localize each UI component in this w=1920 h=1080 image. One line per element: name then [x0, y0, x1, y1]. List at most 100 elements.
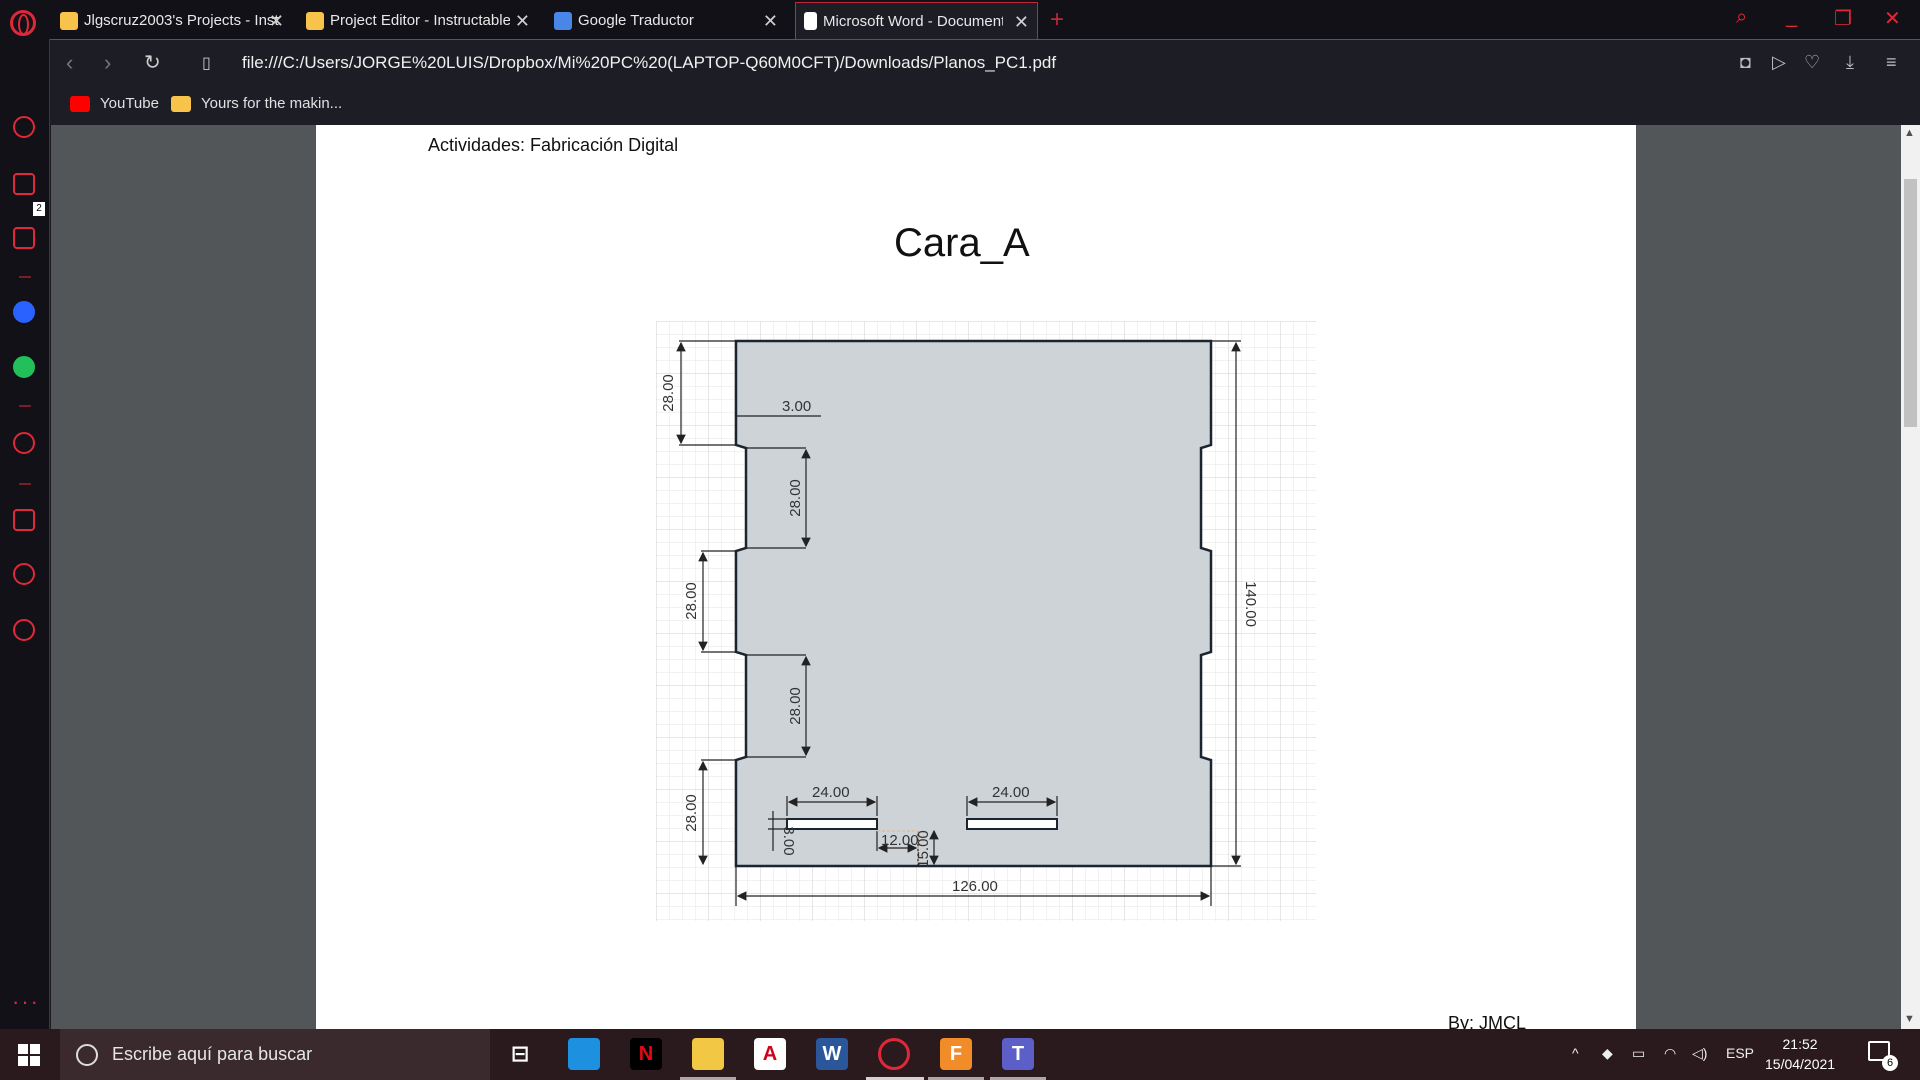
close-window-button[interactable]: ✕ — [1884, 6, 1901, 31]
slot-left — [786, 818, 878, 830]
forward-icon[interactable]: › — [104, 50, 111, 76]
dropbox-icon[interactable]: ◆ — [1602, 1045, 1613, 1062]
taskbar-search[interactable]: Escribe aquí para buscar — [60, 1029, 490, 1080]
wifi-icon[interactable]: ◠ — [1664, 1045, 1676, 1062]
document-header: Actividades: Fabricación Digital — [428, 135, 679, 155]
dim-label: 28.00 — [683, 794, 700, 832]
reload-icon[interactable]: ↻ — [144, 50, 161, 75]
shopping-icon[interactable] — [13, 173, 35, 195]
taskbar: Escribe aquí para buscar ⊟ N A W F T ^ ◆… — [0, 1029, 1920, 1080]
close-tab-icon[interactable]: ✕ — [763, 11, 778, 32]
send-icon[interactable]: ▷ — [1772, 52, 1786, 73]
pdf-page: Actividades: Fabricación Digital Cara_A — [316, 125, 1636, 1029]
task-view-icon[interactable]: ⊟ — [504, 1038, 536, 1070]
tab-google-translate[interactable]: Google Traductor ✕ — [546, 2, 786, 39]
youtube-icon — [70, 95, 90, 112]
player-icon[interactable] — [13, 432, 35, 454]
tab-project-editor[interactable]: Project Editor - Instructables ✕ — [298, 2, 538, 39]
tab-title: Jlgscruz2003's Projects - Instructables — [84, 12, 279, 29]
search-icon — [76, 1043, 98, 1066]
clock-date: 15/04/2021 — [1765, 1056, 1836, 1072]
netflix-icon[interactable]: N — [630, 1038, 662, 1070]
tab-title: Google Traductor — [578, 12, 694, 29]
restore-button[interactable]: ❐ — [1834, 6, 1852, 31]
download-icon[interactable]: ⤓ — [1846, 52, 1854, 73]
easy-setup-icon[interactable]: ≡ — [1886, 52, 1897, 73]
messenger-icon[interactable] — [13, 301, 35, 323]
sidebar-separator — [19, 276, 31, 278]
dim-label: 15.00 — [915, 830, 932, 868]
dim-label: 28.00 — [787, 687, 804, 725]
dim-label: 3.00 — [780, 826, 797, 855]
clock[interactable]: 21:52 15/04/2021 — [1765, 1034, 1835, 1074]
google-translate-icon — [554, 11, 572, 30]
dim-label: 28.00 — [660, 374, 677, 412]
word-icon[interactable]: W — [816, 1038, 848, 1070]
slot-right — [966, 818, 1058, 830]
tab-microsoft-word[interactable]: Microsoft Word - Document ✕ — [795, 2, 1038, 39]
pdf-viewer[interactable]: Actividades: Fabricación Digital Cara_A — [51, 125, 1901, 1029]
scroll-up-icon[interactable]: ▲ — [1904, 127, 1915, 139]
language-indicator[interactable]: ESP — [1726, 1045, 1754, 1061]
volume-icon[interactable]: ◁) — [1692, 1045, 1707, 1062]
autocad-icon[interactable]: A — [754, 1038, 786, 1070]
file-explorer-icon[interactable] — [692, 1038, 724, 1070]
speed-dial-icon[interactable] — [13, 116, 35, 138]
show-hidden-icons[interactable]: ^ — [1572, 1045, 1579, 1061]
dim-label: 126.00 — [952, 878, 998, 895]
notifications-badge: 6 — [1882, 1055, 1898, 1071]
close-tab-icon[interactable]: ✕ — [1014, 12, 1029, 33]
new-tab-button[interactable]: + — [1050, 6, 1064, 34]
camera-icon[interactable]: ◘ — [1740, 52, 1751, 73]
search-tabs-icon[interactable]: ⌕ — [1736, 6, 1747, 29]
dim-label: 12.00 — [881, 832, 919, 849]
tab-projects[interactable]: Jlgscruz2003's Projects - Instructables … — [52, 2, 292, 39]
dim-label: 24.00 — [812, 784, 850, 801]
close-tab-icon[interactable]: ✕ — [269, 11, 284, 32]
settings-icon[interactable] — [13, 619, 35, 641]
file-icon: ▯ — [202, 55, 211, 72]
technical-drawing: 28.00 3.00 28.00 28.00 28.00 28.00 24.00… — [656, 321, 1316, 921]
dim-label: 3.00 — [782, 398, 811, 415]
twitch-icon[interactable] — [13, 227, 35, 249]
dim-label: 24.00 — [992, 784, 1030, 801]
bookmarks-bar: YouTube Yours for the makin... — [50, 87, 1920, 125]
clock-time: 21:52 — [1782, 1036, 1818, 1052]
minimize-button[interactable]: _ — [1786, 6, 1797, 29]
address-bar: ‹ › ↻ ▯ file:///C:/Users/JORGE%20LUIS/Dr… — [50, 39, 1920, 87]
vertical-scrollbar[interactable]: ▲ ▼ — [1901, 125, 1920, 1029]
instructables-icon — [306, 11, 324, 30]
document-footer: By: JMCL — [1448, 1013, 1527, 1029]
whatsapp-icon[interactable] — [13, 356, 35, 378]
snapshot-icon[interactable] — [13, 509, 35, 531]
teams-icon[interactable]: T — [1002, 1038, 1034, 1070]
tab-title: Microsoft Word - Document — [823, 12, 1003, 30]
scroll-down-icon[interactable]: ▼ — [1904, 1013, 1915, 1025]
more-icon[interactable]: ··· — [12, 989, 40, 1015]
mail-icon[interactable] — [568, 1038, 600, 1070]
bookmark-label: Yours for the makin... — [201, 95, 343, 112]
part-outline — [734, 339, 1213, 868]
close-tab-icon[interactable]: ✕ — [515, 11, 530, 32]
twitch-badge: 2 — [33, 202, 45, 216]
sidebar: ··· — [0, 39, 50, 1029]
sidebar-separator — [19, 405, 31, 407]
back-icon[interactable]: ‹ — [66, 50, 73, 76]
opera-taskbar-icon[interactable] — [878, 1038, 910, 1070]
fusion-icon[interactable]: F — [940, 1038, 972, 1070]
bookmark-instructables[interactable]: Yours for the makin... — [171, 95, 342, 112]
bookmark-label: YouTube — [100, 95, 159, 112]
scroll-thumb[interactable] — [1904, 179, 1917, 427]
battery-icon[interactable]: ▭ — [1632, 1045, 1645, 1062]
history-icon[interactable] — [13, 563, 35, 585]
tab-title: Project Editor - Instructables — [330, 12, 510, 29]
document-icon — [804, 12, 817, 30]
instructables-icon — [60, 11, 78, 30]
bookmark-youtube[interactable]: YouTube — [70, 95, 159, 112]
opera-menu-icon[interactable] — [10, 10, 36, 36]
sidebar-separator — [19, 483, 31, 485]
heart-icon[interactable]: ♡ — [1804, 52, 1820, 73]
dim-label: 140.00 — [1242, 581, 1259, 627]
windows-start-icon[interactable] — [18, 1044, 40, 1066]
url-field[interactable]: file:///C:/Users/JORGE%20LUIS/Dropbox/Mi… — [242, 53, 1056, 73]
